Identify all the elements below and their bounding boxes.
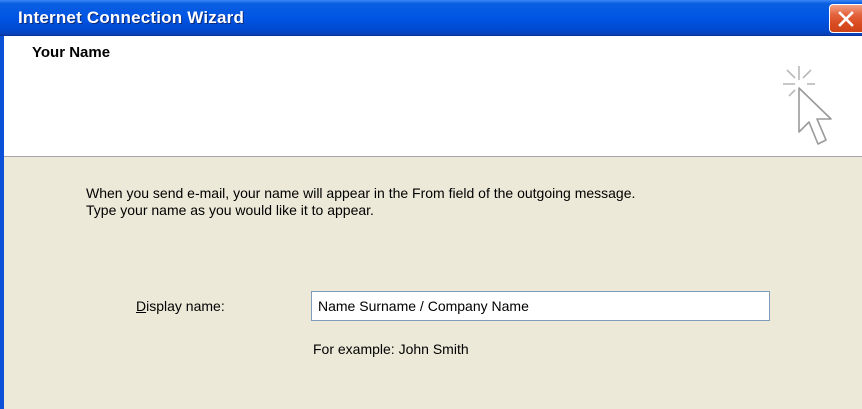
instruction-line-1: When you send e-mail, your name will app… <box>86 185 636 201</box>
close-icon <box>838 11 854 27</box>
display-name-label-text: isplay name: <box>146 298 225 314</box>
display-name-label: Display name: <box>136 298 225 314</box>
close-button[interactable] <box>829 4 862 33</box>
example-hint: For example: John Smith <box>313 341 469 357</box>
instruction-line-2: Type your name as you would like it to a… <box>86 202 374 218</box>
wizard-window: Internet Connection Wizard Your Name Whe… <box>0 0 862 409</box>
wizard-header <box>4 36 862 157</box>
page-title: Your Name <box>32 44 111 61</box>
display-name-input[interactable] <box>311 291 770 321</box>
title-bar[interactable]: Internet Connection Wizard <box>0 0 862 36</box>
wizard-cursor-icon <box>783 66 832 145</box>
window-title: Internet Connection Wizard <box>18 8 245 27</box>
instruction-text: When you send e-mail, your name will app… <box>86 185 635 219</box>
display-name-label-mnemonic: D <box>136 298 147 314</box>
